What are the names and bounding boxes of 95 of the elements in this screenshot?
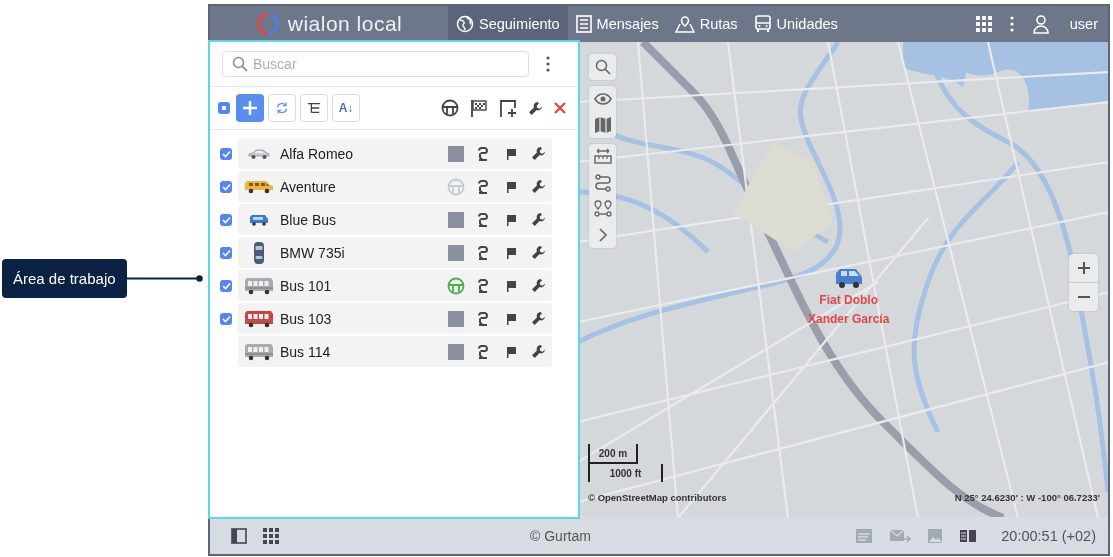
van-marker-icon — [833, 268, 864, 290]
link-icon[interactable] — [477, 311, 490, 326]
unit-row[interactable]: Bus 101 — [238, 270, 552, 301]
unit-row[interactable]: Bus 114 — [238, 336, 552, 367]
document-icon — [575, 15, 592, 33]
steering-wheel-icon[interactable] — [441, 99, 459, 117]
refresh-icon — [275, 100, 289, 116]
driver-photo-placeholder — [447, 343, 464, 360]
add-geofence-icon[interactable] — [499, 99, 517, 117]
nav-tab[interactable]: Seguimiento — [448, 6, 568, 42]
driver-photo-placeholder — [447, 244, 464, 261]
link-icon[interactable] — [477, 212, 490, 227]
wrench-icon[interactable] — [530, 278, 546, 293]
checkered-flag-icon[interactable] — [470, 99, 488, 117]
logo-text: wialon local — [287, 12, 403, 36]
close-icon[interactable] — [554, 102, 566, 114]
route-icon[interactable] — [593, 174, 612, 192]
unit-row[interactable]: Alfa Romeo — [238, 138, 552, 169]
unit-name: Bus 103 — [280, 310, 333, 327]
map-pin-icon — [674, 15, 695, 33]
search-icon[interactable] — [593, 58, 612, 76]
link-icon[interactable] — [477, 278, 490, 293]
driver-photo-placeholder — [447, 145, 464, 162]
wrench-icon[interactable] — [530, 311, 546, 326]
driver-photo-placeholder — [447, 310, 464, 327]
plus-icon — [1077, 262, 1090, 274]
unit-name: Bus 114 — [280, 343, 332, 360]
search-icon — [232, 56, 248, 72]
wrench-icon[interactable] — [528, 100, 543, 116]
flag-icon[interactable] — [504, 279, 517, 292]
unit-checkbox[interactable] — [220, 312, 232, 325]
unit-checkbox[interactable] — [220, 147, 232, 160]
wrench-icon[interactable] — [530, 245, 546, 260]
unit-checkbox[interactable] — [220, 180, 232, 193]
unit-checkbox[interactable] — [220, 246, 232, 259]
globe-icon — [456, 15, 474, 33]
flag-icon[interactable] — [504, 312, 517, 325]
unit-row[interactable]: Aventure — [238, 171, 552, 202]
wrench-icon[interactable] — [530, 146, 546, 161]
unit-row[interactable]: Blue Bus — [238, 204, 552, 235]
link-icon[interactable] — [477, 245, 490, 260]
clock-time: 20:00:51 (+02) — [1001, 527, 1096, 544]
eye-icon[interactable] — [593, 90, 612, 108]
unit-name: BMW 735i — [280, 244, 346, 261]
flag-icon[interactable] — [504, 147, 517, 160]
logo-icon — [255, 12, 280, 36]
scale-imperial: 1000 ft — [588, 464, 663, 482]
driver-photo-placeholder — [447, 211, 464, 228]
nav-tab[interactable]: Mensajes — [567, 6, 667, 42]
unit-label: Fiat Doblo — [819, 292, 878, 309]
sort-button[interactable]: A↓ — [332, 94, 360, 122]
link-icon[interactable] — [477, 146, 490, 161]
flag-icon[interactable] — [504, 213, 517, 226]
wrench-icon[interactable] — [530, 344, 546, 359]
copyright-text: © Gurtam — [530, 527, 591, 544]
callout-label: Área de trabajo — [2, 259, 127, 298]
nav-tab[interactable]: Rutas — [666, 6, 746, 42]
link-icon[interactable] — [477, 344, 490, 359]
unit-name: Bus 101 — [280, 277, 333, 294]
more-icon[interactable] — [546, 56, 550, 72]
link-icon[interactable] — [477, 179, 490, 194]
add-button[interactable] — [236, 94, 264, 122]
side-panel-icon[interactable] — [231, 527, 247, 544]
unit-name: Aventure — [280, 178, 337, 195]
plus-icon — [242, 100, 258, 116]
map-coordinates: N 25° 24.6230' : W -100° 06.7233' — [954, 492, 1100, 503]
two-pins-icon[interactable] — [593, 200, 612, 218]
bus-icon — [753, 15, 772, 33]
unit-name: Alfa Romeo — [280, 145, 355, 162]
split-panel-icon[interactable] — [959, 527, 978, 544]
select-all-checkbox[interactable] — [218, 102, 230, 114]
flag-icon[interactable] — [504, 180, 517, 193]
scale-metric: 200 m — [588, 444, 638, 464]
wrench-icon[interactable] — [530, 179, 546, 194]
apps-grid-icon[interactable] — [263, 527, 279, 544]
map-icon[interactable] — [593, 116, 612, 134]
unit-checkbox[interactable] — [220, 279, 232, 292]
nav-tab[interactable]: Unidades — [745, 6, 846, 42]
unit-checkbox[interactable] — [220, 213, 232, 226]
ruler-icon[interactable] — [593, 148, 612, 166]
search-field[interactable]: Buscar — [222, 51, 529, 77]
tree-icon — [307, 102, 321, 114]
wrench-icon[interactable] — [530, 212, 546, 227]
driver-label: Xander García — [808, 311, 890, 328]
user-name[interactable]: user — [1069, 16, 1098, 32]
map-attribution: © OpenStreetMap contributors — [588, 492, 727, 503]
apps-grid-icon[interactable] — [975, 16, 992, 32]
unit-name: Blue Bus — [280, 211, 338, 228]
unit-row[interactable]: BMW 735i — [238, 237, 552, 268]
tree-view-button[interactable] — [300, 94, 328, 122]
unit-row[interactable]: Bus 103 — [238, 303, 552, 334]
flag-icon[interactable] — [504, 246, 517, 259]
user-icon[interactable] — [1031, 14, 1050, 34]
flag-icon[interactable] — [504, 345, 517, 358]
more-icon[interactable] — [1009, 16, 1014, 32]
